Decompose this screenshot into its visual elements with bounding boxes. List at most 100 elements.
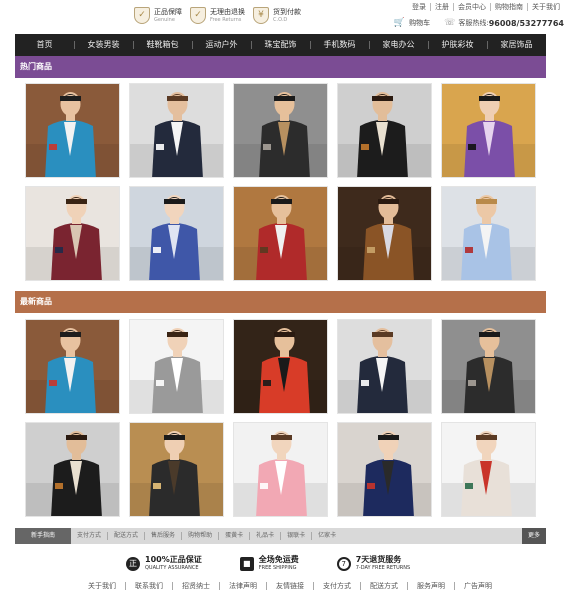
guarantee-title: 全场免运费: [258, 555, 299, 564]
hotline-number: 96008/53277764: [488, 18, 564, 28]
product-brown-jacket-man[interactable]: [337, 186, 432, 281]
help-tab[interactable]: 配送方式: [107, 532, 144, 540]
nav-item[interactable]: 鞋靴箱包: [133, 34, 192, 56]
product-black-jacket-man-2[interactable]: [25, 422, 120, 517]
product-blue-sweater-woman[interactable]: [129, 186, 224, 281]
guarantee-item: 正 100%正品保证 QUALITY ASSURANCE: [126, 556, 202, 572]
help-tab[interactable]: 售后服务: [144, 532, 181, 540]
guarantee-text: 7天退货服务 7-DAY FREE RETURNS: [356, 556, 410, 572]
badge-subtitle: C.O.D: [273, 16, 288, 23]
product-black-jacket-man[interactable]: [337, 83, 432, 178]
tab-beginner-guide[interactable]: 新手指南: [15, 528, 72, 544]
help-tab[interactable]: 亿家卡: [311, 532, 342, 540]
genuine-badge-icon: 正: [126, 557, 140, 571]
shield-return-icon: ✓: [190, 7, 206, 24]
service-badges: ✓ 正品保障 Genuine ✓ 无理由退换 Free Returns ¥ 货到付款 C.O.D: [134, 7, 301, 24]
footer-links: 关于我们 联系我们 招贤纳士 法律声明 友情链接 支付方式 配送方式 服务声明 广告声明: [0, 582, 580, 590]
guarantee-item: 7 7天退货服务 7-DAY FREE RETURNS: [336, 556, 410, 572]
cod-icon: ¥: [253, 7, 269, 24]
nav-item[interactable]: 女装男装: [74, 34, 133, 56]
footer-link[interactable]: 服务声明: [407, 582, 454, 590]
guarantee-item: ■ 全场免运费 FREE SHIPPING: [239, 556, 299, 572]
hot-products-grid: [25, 83, 536, 281]
cart-link[interactable]: 购物车: [409, 18, 430, 28]
clock-return-icon: 7: [336, 557, 351, 571]
footer-link[interactable]: 配送方式: [360, 582, 407, 590]
badge-subtitle: Free Returns: [210, 16, 242, 23]
service-badge: ¥ 货到付款 C.O.D: [253, 7, 301, 24]
product-street-coat-woman[interactable]: [129, 422, 224, 517]
product-blue-jacket-man[interactable]: [25, 83, 120, 178]
product-red-sweater-man[interactable]: [233, 186, 328, 281]
hotline-label: 客服热线:: [458, 19, 489, 27]
nav-item[interactable]: 珠宝配饰: [251, 34, 310, 56]
more-button[interactable]: 更多: [521, 528, 546, 544]
top-link[interactable]: 会员中心: [453, 3, 490, 11]
nav-item[interactable]: 家居饰品: [487, 34, 546, 56]
nav-item[interactable]: 护肤彩妆: [428, 34, 487, 56]
help-tab[interactable]: 银联卡: [280, 532, 311, 540]
product-purple-plaid-coat[interactable]: [441, 83, 536, 178]
product-plaid-sweater-woman[interactable]: [25, 186, 120, 281]
service-badge: ✓ 正品保障 Genuine: [134, 7, 182, 24]
guarantee-text: 100%正品保证 QUALITY ASSURANCE: [145, 556, 202, 572]
service-guarantees: 正 100%正品保证 QUALITY ASSURANCE ■ 全场免运费 FREE SHI…: [126, 556, 410, 572]
product-navy-jacket-man[interactable]: [129, 83, 224, 178]
cart-hotline: 🛒 购物车 ☏ 客服热线: 96008/53277764: [394, 18, 564, 28]
product-blue-shirt-man[interactable]: [441, 186, 536, 281]
new-products-heading: 最新商品: [15, 291, 546, 313]
badge-subtitle: Genuine: [154, 16, 175, 23]
product-reindeer-sweater-woman[interactable]: [441, 422, 536, 517]
guarantee-subtitle: QUALITY ASSURANCE: [145, 565, 199, 571]
footer-link[interactable]: 友情链接: [266, 582, 313, 590]
product-navy-jacket-man-2[interactable]: [337, 319, 432, 414]
nav-item[interactable]: 运动户外: [192, 34, 251, 56]
badge-text: 货到付款 C.O.D: [273, 8, 301, 24]
top-link[interactable]: 登录: [408, 3, 430, 11]
product-navy-coat-woman[interactable]: [337, 422, 432, 517]
nav-item[interactable]: 家电办公: [369, 34, 428, 56]
help-tab[interactable]: 蛋黄卡: [218, 532, 249, 540]
nav-item[interactable]: 手机数码: [310, 34, 369, 56]
new-products-grid: [25, 319, 536, 517]
cart-icon[interactable]: 🛒: [394, 18, 405, 28]
footer-link[interactable]: 招贤纳士: [172, 582, 219, 590]
footer-link[interactable]: 法律声明: [219, 582, 266, 590]
hot-products-heading: 热门商品: [15, 56, 546, 78]
guarantee-text: 全场免运费 FREE SHIPPING: [259, 556, 299, 572]
main-nav: 首页 女装男装 鞋靴箱包 运动户外 珠宝配饰 手机数码 家电办公 护肤彩妆 家居饰品: [15, 34, 546, 56]
top-link[interactable]: 关于我们: [527, 3, 564, 11]
help-tab[interactable]: 支付方式: [71, 532, 107, 540]
help-tab[interactable]: 购物帮助: [181, 532, 218, 540]
badge-title: 正品保障: [154, 7, 182, 16]
product-scarf-man[interactable]: [233, 83, 328, 178]
badge-title: 货到付款: [273, 7, 301, 16]
help-tab[interactable]: 礼品卡: [249, 532, 280, 540]
product-blue-jacket-man-2[interactable]: [25, 319, 120, 414]
badge-text: 无理由退换 Free Returns: [210, 8, 245, 24]
guarantee-title: 7天退货服务: [355, 555, 402, 564]
product-stripe-dress-woman[interactable]: [129, 319, 224, 414]
service-badge: ✓ 无理由退换 Free Returns: [190, 7, 245, 24]
product-scarf-man-2[interactable]: [441, 319, 536, 414]
footer-link[interactable]: 支付方式: [313, 582, 360, 590]
guarantee-subtitle: 7-DAY FREE RETURNS: [355, 565, 411, 571]
badge-title: 无理由退换: [210, 7, 245, 16]
guarantee-subtitle: FREE SHIPPING: [258, 565, 297, 571]
top-link[interactable]: 注册: [430, 3, 453, 11]
account-links: 登录 注册 会员中心 购物指南 关于我们: [408, 3, 564, 11]
product-pink-sweater-woman[interactable]: [233, 422, 328, 517]
footer-link[interactable]: 广告声明: [454, 582, 501, 590]
footer-link[interactable]: 关于我们: [79, 582, 125, 590]
top-link[interactable]: 购物指南: [490, 3, 527, 11]
free-shipping-box-icon: ■: [239, 557, 254, 571]
product-red-vneck-man[interactable]: [233, 319, 328, 414]
badge-text: 正品保障 Genuine: [154, 8, 182, 24]
shield-check-icon: ✓: [134, 7, 150, 24]
site-header: ✓ 正品保障 Genuine ✓ 无理由退换 Free Returns ¥ 货到付款 C.O.D…: [0, 0, 580, 34]
guarantee-title: 100%正品保证: [145, 555, 202, 564]
help-tabbar: 新手指南 支付方式 配送方式 售后服务 购物帮助 蛋黄卡 礼品卡 银联卡 亿家卡 更多: [15, 528, 546, 544]
footer-link[interactable]: 联系我们: [125, 582, 172, 590]
phone-icon: ☏: [444, 18, 456, 28]
nav-item[interactable]: 首页: [15, 34, 74, 56]
